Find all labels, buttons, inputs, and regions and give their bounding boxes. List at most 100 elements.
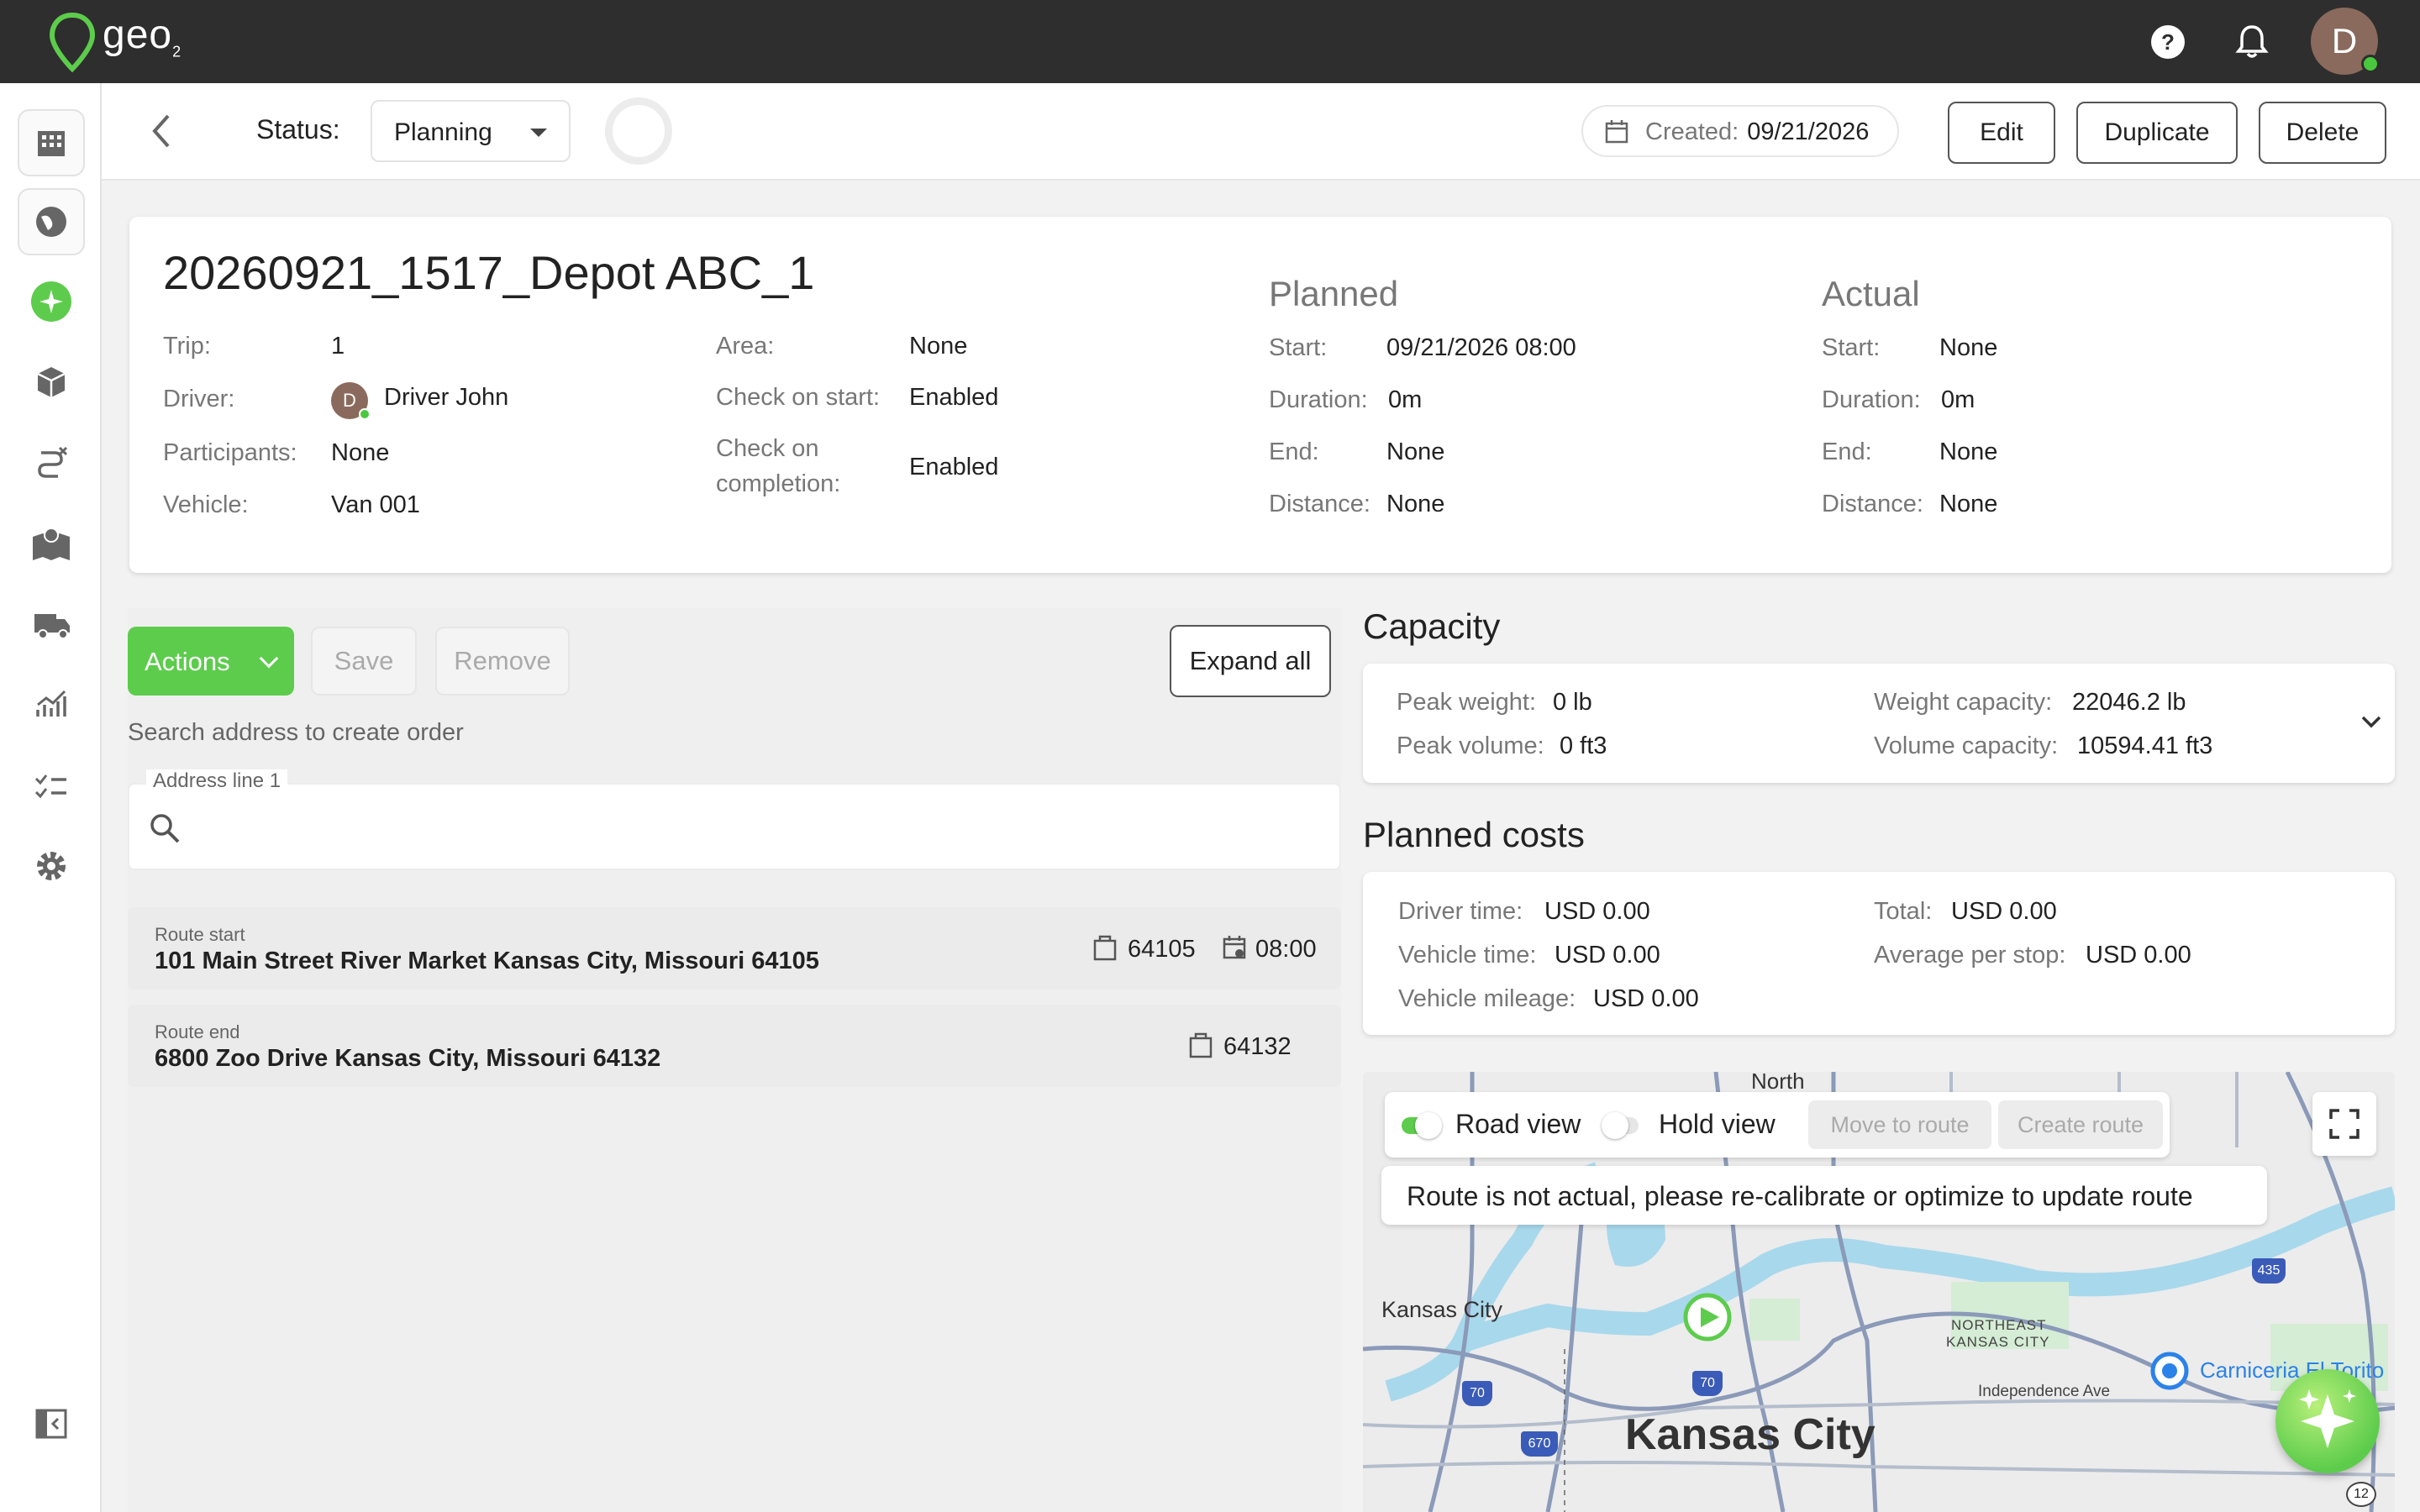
map-label-northeast: NORTHEAST: [1951, 1317, 2047, 1333]
route-12-shield: 12: [2346, 1482, 2376, 1507]
address-search-input[interactable]: [128, 783, 1341, 870]
ai-assistant-button[interactable]: [2275, 1369, 2380, 1473]
route-end-row[interactable]: Route end 6800 Zoo Drive Kansas City, Mi…: [128, 1005, 1341, 1087]
sidebar-item-tasks[interactable]: [18, 752, 85, 819]
box-icon: [37, 367, 66, 397]
calendar-icon: [1605, 120, 1628, 144]
sidebar-item-settings[interactable]: [18, 832, 85, 900]
save-button[interactable]: Save: [311, 627, 417, 696]
map-icon: [33, 528, 70, 560]
created-label: Created:: [1645, 118, 1739, 145]
caret-down-icon: [530, 129, 547, 137]
road-view-toggle[interactable]: [1402, 1112, 1442, 1139]
trip-number-value: 1: [331, 333, 345, 360]
check-on-start-label: Check on start:: [716, 384, 881, 411]
back-arrow-icon[interactable]: [145, 108, 178, 155]
sidebar-item-global[interactable]: [18, 188, 85, 255]
check-on-completion-value: Enabled: [909, 454, 999, 480]
route-end-zip: 64132: [1223, 1033, 1292, 1060]
truck-icon: [34, 614, 70, 639]
route-icon: [38, 446, 68, 478]
status-select[interactable]: Planning: [371, 100, 571, 162]
map-label-northeast-kc: KANSAS CITY: [1946, 1334, 2050, 1350]
average-per-stop-value: USD 0.00: [2086, 942, 2191, 969]
duplicate-button[interactable]: Duplicate: [2076, 102, 2238, 164]
sidebar-item-orders[interactable]: [18, 349, 85, 416]
status-select-value: Planning: [394, 118, 492, 146]
area-label: Area:: [716, 333, 775, 360]
planned-costs-title: Planned costs: [1363, 815, 1585, 854]
interstate-70-shield-2: 70: [1692, 1371, 1723, 1396]
building-icon: [38, 131, 65, 156]
vehicle-mileage-label: Vehicle mileage:: [1398, 985, 1576, 1012]
hold-view-toggle[interactable]: [1602, 1112, 1639, 1139]
svg-text:?: ?: [2161, 29, 2175, 55]
search-icon: [150, 814, 180, 843]
chevron-down-icon[interactable]: [2360, 714, 2383, 731]
created-date-chip: Created: 09/21/2026: [1581, 105, 1899, 157]
planned-distance-label: Distance:: [1269, 491, 1370, 517]
capacity-card[interactable]: [1363, 664, 2395, 783]
create-route-button[interactable]: Create route: [1998, 1100, 2163, 1149]
online-status-dot: [2361, 55, 2380, 73]
sidebar-item-company[interactable]: [18, 109, 85, 176]
user-avatar[interactable]: D: [2311, 8, 2380, 75]
edit-button[interactable]: Edit: [1948, 102, 2055, 164]
peak-volume-label: Peak volume:: [1397, 732, 1544, 759]
sidebar-collapse-button[interactable]: [18, 1390, 85, 1457]
driver-online-dot: [359, 408, 371, 420]
planned-duration-label: Duration:: [1269, 386, 1368, 413]
sidebar-item-vehicles[interactable]: [18, 591, 85, 658]
route-start-zip: 64105: [1128, 936, 1196, 963]
sidebar-item-areas[interactable]: [18, 510, 85, 577]
map-controls: Road view Hold view Move to route Create…: [1385, 1092, 2170, 1158]
actions-button[interactable]: Actions: [128, 627, 294, 696]
actual-distance-value: None: [1939, 491, 1998, 517]
bell-icon[interactable]: [2232, 22, 2272, 62]
map-label-kansas-city: Kansas City: [1625, 1410, 1876, 1459]
actual-duration-label: Duration:: [1822, 386, 1921, 413]
vehicle-value[interactable]: Van 001: [331, 491, 420, 519]
map-label-kansas-city-small: Kansas City: [1381, 1297, 1503, 1322]
help-icon[interactable]: ?: [2148, 22, 2188, 62]
sidebar-item-routes[interactable]: [18, 429, 85, 496]
driver-value[interactable]: Driver John: [384, 384, 508, 412]
weight-capacity-label: Weight capacity:: [1874, 689, 2053, 716]
area-value: None: [909, 333, 968, 360]
peak-weight-label: Peak weight:: [1397, 689, 1537, 716]
fullscreen-button[interactable]: [2312, 1092, 2376, 1156]
vehicle-mileage-value: USD 0.00: [1593, 985, 1699, 1012]
route-outdated-notice: Route is not actual, please re-calibrate…: [1381, 1166, 2267, 1225]
sidebar-item-trips[interactable]: [18, 268, 85, 335]
expand-all-button[interactable]: Expand all: [1170, 625, 1331, 697]
actual-heading: Actual: [1822, 274, 1920, 313]
delete-button[interactable]: Delete: [2259, 102, 2386, 164]
fullscreen-icon: [2329, 1109, 2360, 1139]
peak-volume-value: 0 ft3: [1560, 732, 1607, 759]
planned-duration-value: 0m: [1388, 386, 1423, 413]
gear-icon: [37, 852, 66, 880]
weight-capacity-value: 22046.2 lb: [2072, 689, 2186, 716]
globe-icon: [36, 207, 66, 237]
driver-time-value: USD 0.00: [1544, 898, 1650, 925]
route-start-row[interactable]: Route start 101 Main Street River Market…: [128, 907, 1341, 990]
move-to-route-button[interactable]: Move to route: [1808, 1100, 1991, 1149]
volume-capacity-value: 10594.41 ft3: [2077, 732, 2213, 759]
planned-heading: Planned: [1269, 274, 1399, 313]
participants-label: Participants:: [163, 439, 297, 466]
remove-button[interactable]: Remove: [435, 627, 570, 696]
collapse-panel-icon: [35, 1409, 67, 1439]
route-start-time: 08:00: [1255, 936, 1317, 963]
actual-start-label: Start:: [1822, 334, 1881, 361]
sidebar-item-analytics[interactable]: [18, 671, 85, 738]
map-label-independence-ave: Independence Ave: [1978, 1383, 2111, 1400]
actions-button-label: Actions: [145, 647, 230, 676]
interstate-435-shield: 435: [2252, 1258, 2286, 1284]
logo-text: geo2: [103, 13, 182, 60]
planned-end-label: End:: [1269, 438, 1319, 465]
vehicle-time-label: Vehicle time:: [1398, 942, 1537, 969]
search-hint: Search address to create order: [128, 719, 464, 746]
planned-distance-value: None: [1386, 491, 1445, 517]
planned-start-value: 09/21/2026 08:00: [1386, 334, 1576, 361]
zip-tag-icon: [1189, 1032, 1213, 1058]
